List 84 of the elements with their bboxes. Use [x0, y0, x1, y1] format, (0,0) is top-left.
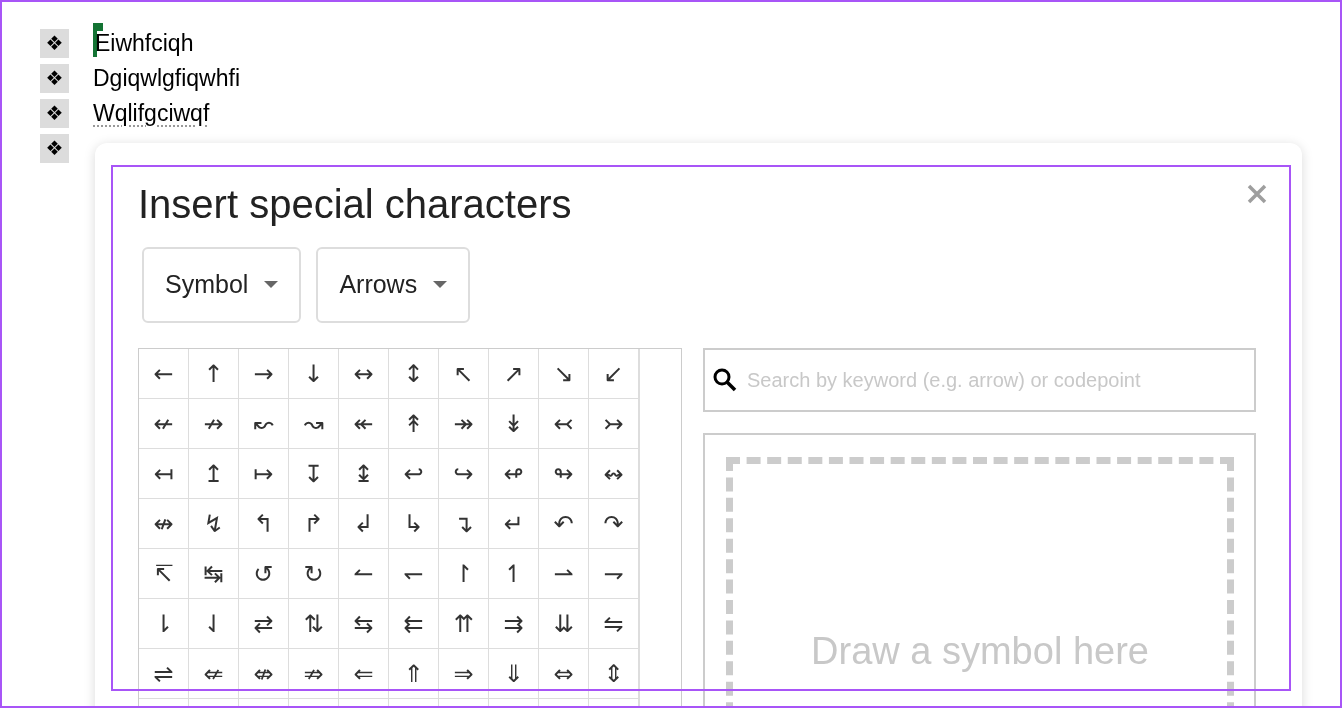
character-cell[interactable]: ↧: [289, 449, 339, 499]
character-cell[interactable]: ⇇: [389, 599, 439, 649]
character-cell[interactable]: ⇍: [189, 649, 239, 699]
character-cell[interactable]: ↡: [489, 399, 539, 449]
character-cell[interactable]: ↷: [589, 499, 639, 549]
character-cell[interactable]: ↠: [439, 399, 489, 449]
character-cell[interactable]: ↝: [289, 399, 339, 449]
character-cell[interactable]: ↶: [539, 499, 589, 549]
character-cell[interactable]: ⇔: [539, 649, 589, 699]
character-cell[interactable]: ⇐: [339, 649, 389, 699]
character-cell[interactable]: ⇕: [589, 649, 639, 699]
character-cell[interactable]: ↽: [389, 549, 439, 599]
search-icon: [712, 367, 738, 393]
character-cell[interactable]: ↢: [539, 399, 589, 449]
character-cell[interactable]: ⇈: [439, 599, 489, 649]
character-cell[interactable]: ↨: [339, 449, 389, 499]
character-cell[interactable]: ⇌: [139, 649, 189, 699]
character-cell[interactable]: ⇂: [139, 599, 189, 649]
caret-icon: [264, 281, 279, 289]
bullet-marker: ❖: [40, 98, 69, 128]
character-cell[interactable]: ↹: [189, 549, 239, 599]
character-cell[interactable]: ↭: [589, 449, 639, 499]
character-cell[interactable]: ⇊: [539, 599, 589, 649]
character-cell[interactable]: ↔: [339, 349, 389, 399]
dropdown[interactable]: Arrows: [316, 247, 471, 323]
character-cell[interactable]: ⇀: [539, 549, 589, 599]
character-cell[interactable]: ↰: [239, 499, 289, 549]
character-cell[interactable]: ↦: [239, 449, 289, 499]
caret-icon: [433, 281, 448, 289]
character-cell[interactable]: ⇉: [489, 599, 539, 649]
character-cell[interactable]: ↩: [389, 449, 439, 499]
character-cell[interactable]: ↙: [589, 349, 639, 399]
close-icon[interactable]: [1246, 183, 1268, 205]
character-cell[interactable]: ⇃: [189, 599, 239, 649]
character-cell[interactable]: ↫: [489, 449, 539, 499]
character-cell[interactable]: ⇅: [289, 599, 339, 649]
character-cell[interactable]: ↱: [289, 499, 339, 549]
character-cell[interactable]: ↵: [489, 499, 539, 549]
character-cell[interactable]: ↬: [539, 449, 589, 499]
character-cell[interactable]: ↜: [239, 399, 289, 449]
character-cell[interactable]: ⇆: [339, 599, 389, 649]
character-cell[interactable]: ↗: [489, 349, 539, 399]
bullet-marker: ❖: [40, 28, 69, 58]
character-cell[interactable]: ⇓: [489, 649, 539, 699]
character-cell[interactable]: ↺: [239, 549, 289, 599]
character-cell[interactable]: ↞: [339, 399, 389, 449]
character-cell[interactable]: ←: [139, 349, 189, 399]
character-cell[interactable]: ↯: [189, 499, 239, 549]
character-cell[interactable]: ↚: [139, 399, 189, 449]
character-cell[interactable]: ↼: [339, 549, 389, 599]
character-cell[interactable]: ↴: [439, 499, 489, 549]
character-cell[interactable]: ↤: [139, 449, 189, 499]
character-cell[interactable]: ↕: [389, 349, 439, 399]
character-cell[interactable]: ↲: [339, 499, 389, 549]
bullet-marker: ❖: [40, 63, 69, 93]
character-cell[interactable]: ↘: [539, 349, 589, 399]
character-cell[interactable]: ↸: [139, 549, 189, 599]
dropdown[interactable]: Symbol: [142, 247, 302, 323]
character-cell[interactable]: ⇋: [589, 599, 639, 649]
character-cell[interactable]: ↾: [439, 549, 489, 599]
dialog-title: Insert special characters: [138, 181, 572, 227]
character-cell[interactable]: ↥: [189, 449, 239, 499]
character-cell[interactable]: ↳: [389, 499, 439, 549]
character-cell[interactable]: ⇁: [589, 549, 639, 599]
character-cell[interactable]: ↪: [439, 449, 489, 499]
character-cell[interactable]: ↻: [289, 549, 339, 599]
character-cell[interactable]: ↿: [489, 549, 539, 599]
list-item-text: Eiwhfciqh: [95, 28, 194, 58]
character-cell[interactable]: ↟: [389, 399, 439, 449]
character-cell[interactable]: ↖: [439, 349, 489, 399]
character-cell[interactable]: ↑: [189, 349, 239, 399]
bullet-marker: ❖: [40, 133, 69, 163]
character-cell[interactable]: ⇑: [389, 649, 439, 699]
character-cell[interactable]: ↓: [289, 349, 339, 399]
character-cell[interactable]: ⇏: [289, 649, 339, 699]
character-cell[interactable]: ⇒: [439, 649, 489, 699]
character-cell[interactable]: ↛: [189, 399, 239, 449]
character-cell[interactable]: ↣: [589, 399, 639, 449]
character-cell[interactable]: ↮: [139, 499, 189, 549]
list-item-text: Dgiqwlgfiqwhfi: [93, 63, 240, 93]
character-cell[interactable]: ⇎: [239, 649, 289, 699]
list-item-text: Wqlifgciwqf: [93, 98, 210, 128]
character-cell[interactable]: ⇄: [239, 599, 289, 649]
character-cell[interactable]: →: [239, 349, 289, 399]
